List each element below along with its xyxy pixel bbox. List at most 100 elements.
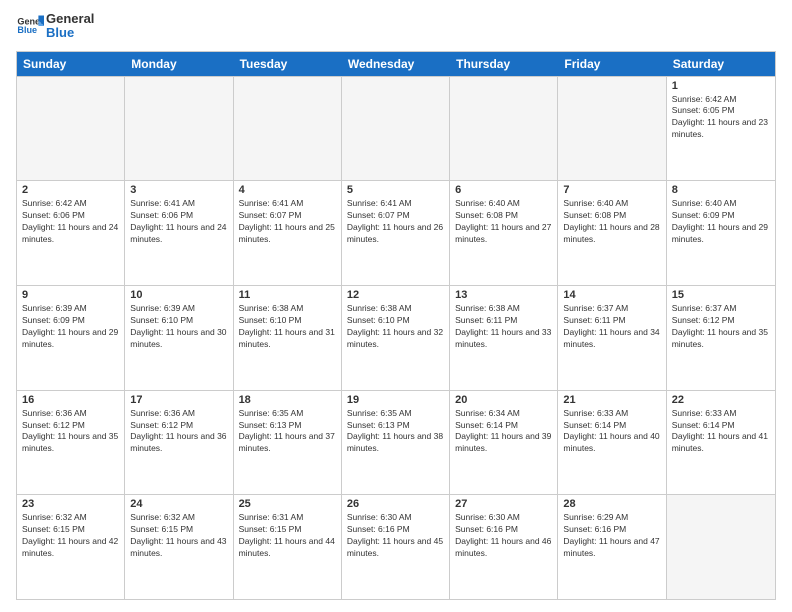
calendar-header: SundayMondayTuesdayWednesdayThursdayFrid… <box>17 52 775 76</box>
day-number: 25 <box>239 498 336 510</box>
calendar-cell-w4d0: 23 Sunrise: 6:32 AM Sunset: 6:15 PM Dayli… <box>17 495 125 599</box>
day-info: Sunrise: 6:39 AM Sunset: 6:10 PM Dayligh… <box>130 303 227 351</box>
header-day-tuesday: Tuesday <box>234 52 342 76</box>
calendar: SundayMondayTuesdayWednesdayThursdayFrid… <box>16 51 776 600</box>
header-day-monday: Monday <box>125 52 233 76</box>
calendar-cell-w0d4 <box>450 77 558 181</box>
calendar-cell-w0d2 <box>234 77 342 181</box>
day-info: Sunrise: 6:42 AM Sunset: 6:06 PM Dayligh… <box>22 198 119 246</box>
day-number: 12 <box>347 289 444 301</box>
day-info: Sunrise: 6:42 AM Sunset: 6:05 PM Dayligh… <box>672 94 770 142</box>
calendar-cell-w2d3: 12 Sunrise: 6:38 AM Sunset: 6:10 PM Dayli… <box>342 286 450 390</box>
calendar-row-0: 1 Sunrise: 6:42 AM Sunset: 6:05 PM Daylig… <box>17 76 775 181</box>
calendar-cell-w0d5 <box>558 77 666 181</box>
header-day-sunday: Sunday <box>17 52 125 76</box>
calendar-cell-w0d3 <box>342 77 450 181</box>
calendar-cell-w1d6: 8 Sunrise: 6:40 AM Sunset: 6:09 PM Daylig… <box>667 181 775 285</box>
day-info: Sunrise: 6:37 AM Sunset: 6:12 PM Dayligh… <box>672 303 770 351</box>
day-info: Sunrise: 6:30 AM Sunset: 6:16 PM Dayligh… <box>347 512 444 560</box>
header-day-friday: Friday <box>558 52 666 76</box>
day-info: Sunrise: 6:35 AM Sunset: 6:13 PM Dayligh… <box>239 408 336 456</box>
day-info: Sunrise: 6:32 AM Sunset: 6:15 PM Dayligh… <box>130 512 227 560</box>
calendar-cell-w2d2: 11 Sunrise: 6:38 AM Sunset: 6:10 PM Dayli… <box>234 286 342 390</box>
calendar-cell-w2d5: 14 Sunrise: 6:37 AM Sunset: 6:11 PM Dayli… <box>558 286 666 390</box>
calendar-cell-w3d3: 19 Sunrise: 6:35 AM Sunset: 6:13 PM Dayli… <box>342 391 450 495</box>
calendar-cell-w4d1: 24 Sunrise: 6:32 AM Sunset: 6:15 PM Dayli… <box>125 495 233 599</box>
calendar-row-4: 23 Sunrise: 6:32 AM Sunset: 6:15 PM Dayli… <box>17 494 775 599</box>
day-number: 2 <box>22 184 119 196</box>
day-number: 17 <box>130 394 227 406</box>
day-info: Sunrise: 6:29 AM Sunset: 6:16 PM Dayligh… <box>563 512 660 560</box>
calendar-cell-w3d4: 20 Sunrise: 6:34 AM Sunset: 6:14 PM Dayli… <box>450 391 558 495</box>
day-number: 23 <box>22 498 119 510</box>
day-number: 6 <box>455 184 552 196</box>
day-number: 11 <box>239 289 336 301</box>
calendar-cell-w1d5: 7Sunrise: 6:40 AM Sunset: 6:08 PM Daylig… <box>558 181 666 285</box>
day-info: Sunrise: 6:38 AM Sunset: 6:10 PM Dayligh… <box>347 303 444 351</box>
calendar-cell-w0d6: 1 Sunrise: 6:42 AM Sunset: 6:05 PM Daylig… <box>667 77 775 181</box>
day-number: 28 <box>563 498 660 510</box>
day-number: 7 <box>563 184 660 196</box>
day-info: Sunrise: 6:38 AM Sunset: 6:10 PM Dayligh… <box>239 303 336 351</box>
calendar-cell-w3d6: 22Sunrise: 6:33 AM Sunset: 6:14 PM Dayli… <box>667 391 775 495</box>
day-info: Sunrise: 6:37 AM Sunset: 6:11 PM Dayligh… <box>563 303 660 351</box>
logo-icon: General Blue <box>16 12 44 40</box>
day-info: Sunrise: 6:40 AM Sunset: 6:09 PM Dayligh… <box>672 198 770 246</box>
day-number: 1 <box>672 80 770 92</box>
day-number: 4 <box>239 184 336 196</box>
header-day-saturday: Saturday <box>667 52 775 76</box>
day-number: 3 <box>130 184 227 196</box>
day-number: 26 <box>347 498 444 510</box>
calendar-cell-w3d1: 17 Sunrise: 6:36 AM Sunset: 6:12 PM Dayli… <box>125 391 233 495</box>
calendar-row-2: 9Sunrise: 6:39 AM Sunset: 6:09 PM Daylig… <box>17 285 775 390</box>
day-number: 10 <box>130 289 227 301</box>
day-info: Sunrise: 6:40 AM Sunset: 6:08 PM Dayligh… <box>455 198 552 246</box>
day-info: Sunrise: 6:31 AM Sunset: 6:15 PM Dayligh… <box>239 512 336 560</box>
calendar-body: 1 Sunrise: 6:42 AM Sunset: 6:05 PM Daylig… <box>17 76 775 599</box>
day-info: Sunrise: 6:41 AM Sunset: 6:07 PM Dayligh… <box>239 198 336 246</box>
calendar-cell-w4d6 <box>667 495 775 599</box>
day-number: 8 <box>672 184 770 196</box>
header: General Blue General Blue <box>16 12 776 41</box>
day-number: 13 <box>455 289 552 301</box>
day-number: 24 <box>130 498 227 510</box>
calendar-cell-w2d6: 15Sunrise: 6:37 AM Sunset: 6:12 PM Dayli… <box>667 286 775 390</box>
day-info: Sunrise: 6:36 AM Sunset: 6:12 PM Dayligh… <box>22 408 119 456</box>
day-number: 19 <box>347 394 444 406</box>
day-number: 18 <box>239 394 336 406</box>
day-info: Sunrise: 6:35 AM Sunset: 6:13 PM Dayligh… <box>347 408 444 456</box>
calendar-cell-w1d3: 5 Sunrise: 6:41 AM Sunset: 6:07 PM Daylig… <box>342 181 450 285</box>
svg-text:Blue: Blue <box>17 25 37 35</box>
day-info: Sunrise: 6:32 AM Sunset: 6:15 PM Dayligh… <box>22 512 119 560</box>
calendar-cell-w2d1: 10 Sunrise: 6:39 AM Sunset: 6:10 PM Dayli… <box>125 286 233 390</box>
calendar-cell-w4d5: 28 Sunrise: 6:29 AM Sunset: 6:16 PM Dayli… <box>558 495 666 599</box>
calendar-cell-w3d5: 21 Sunrise: 6:33 AM Sunset: 6:14 PM Dayli… <box>558 391 666 495</box>
day-number: 21 <box>563 394 660 406</box>
calendar-cell-w3d0: 16 Sunrise: 6:36 AM Sunset: 6:12 PM Dayli… <box>17 391 125 495</box>
calendar-cell-w4d2: 25 Sunrise: 6:31 AM Sunset: 6:15 PM Dayli… <box>234 495 342 599</box>
day-number: 20 <box>455 394 552 406</box>
day-info: Sunrise: 6:30 AM Sunset: 6:16 PM Dayligh… <box>455 512 552 560</box>
logo-general: General <box>46 12 94 26</box>
calendar-cell-w1d0: 2 Sunrise: 6:42 AM Sunset: 6:06 PM Daylig… <box>17 181 125 285</box>
calendar-cell-w1d4: 6 Sunrise: 6:40 AM Sunset: 6:08 PM Daylig… <box>450 181 558 285</box>
calendar-cell-w0d1 <box>125 77 233 181</box>
day-number: 27 <box>455 498 552 510</box>
page: General Blue General Blue SundayMondayTu… <box>0 0 792 612</box>
day-number: 16 <box>22 394 119 406</box>
day-info: Sunrise: 6:41 AM Sunset: 6:07 PM Dayligh… <box>347 198 444 246</box>
logo: General Blue General Blue <box>16 12 94 41</box>
day-number: 14 <box>563 289 660 301</box>
day-info: Sunrise: 6:36 AM Sunset: 6:12 PM Dayligh… <box>130 408 227 456</box>
calendar-cell-w4d4: 27 Sunrise: 6:30 AM Sunset: 6:16 PM Dayli… <box>450 495 558 599</box>
calendar-cell-w2d0: 9Sunrise: 6:39 AM Sunset: 6:09 PM Daylig… <box>17 286 125 390</box>
calendar-row-1: 2 Sunrise: 6:42 AM Sunset: 6:06 PM Daylig… <box>17 180 775 285</box>
day-number: 9 <box>22 289 119 301</box>
day-info: Sunrise: 6:34 AM Sunset: 6:14 PM Dayligh… <box>455 408 552 456</box>
calendar-cell-w3d2: 18 Sunrise: 6:35 AM Sunset: 6:13 PM Dayli… <box>234 391 342 495</box>
day-info: Sunrise: 6:33 AM Sunset: 6:14 PM Dayligh… <box>672 408 770 456</box>
logo-blue: Blue <box>46 26 94 40</box>
day-info: Sunrise: 6:33 AM Sunset: 6:14 PM Dayligh… <box>563 408 660 456</box>
day-number: 5 <box>347 184 444 196</box>
calendar-cell-w1d2: 4 Sunrise: 6:41 AM Sunset: 6:07 PM Daylig… <box>234 181 342 285</box>
